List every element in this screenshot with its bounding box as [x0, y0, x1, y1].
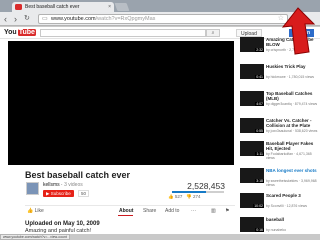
- forward-arrow-icon[interactable]: ›: [14, 13, 17, 25]
- logo-you: You: [4, 29, 17, 36]
- video-duration: 10:02: [253, 204, 264, 208]
- video-thumbnail[interactable]: 10:02: [240, 193, 264, 208]
- related-video-meta: by joxx3sauiunal · 538,620 views: [266, 129, 318, 133]
- related-video-title[interactable]: Huskies Trick Play: [266, 64, 318, 69]
- related-video-meta: by Sconvilli · 12,876 views: [266, 204, 308, 208]
- like-button[interactable]: 👍 Like: [27, 208, 44, 214]
- stats-icon[interactable]: ▥: [211, 208, 216, 214]
- related-video-meta: by nunabeko: [266, 228, 287, 232]
- related-video-title[interactable]: NBA longest ever shots: [266, 168, 318, 173]
- related-video-item[interactable]: 3:18 NBA longest ever shots by sweetheissk…: [240, 168, 318, 194]
- tab-strip: Best baseball catch ever ×: [0, 0, 320, 12]
- related-video-item[interactable]: 1:11 Baseball Player Fakes Hit, Ejected by…: [240, 141, 318, 167]
- channel-video-count: 3 videos: [64, 182, 83, 188]
- video-thumbnail[interactable]: 0:55: [240, 118, 264, 133]
- more-options-icon[interactable]: ···: [191, 208, 196, 214]
- video-thumbnail[interactable]: 4:07: [240, 91, 264, 106]
- video-thumbnail[interactable]: 0:16: [240, 217, 264, 232]
- related-video-title[interactable]: Catcher Vs. Catcher - Collision at the P…: [266, 118, 318, 128]
- like-count: 527: [174, 194, 183, 199]
- new-tab-button[interactable]: [114, 3, 130, 11]
- flag-icon[interactable]: ⚑: [225, 208, 229, 214]
- video-duration: 0:41: [255, 75, 264, 79]
- related-video-title[interactable]: Top Baseball Catches (MLB): [266, 91, 318, 101]
- page-icon: ▭: [42, 16, 48, 22]
- related-video-item[interactable]: 2:32 Amazing Catch will be BLOW by crispno…: [240, 37, 318, 63]
- related-video-meta: by crispnorth · 2,780,085: [266, 48, 305, 52]
- address-bar[interactable]: ▭ www.youtube.com/watch?v=RxQpgmyMas ☆: [38, 14, 288, 24]
- subscriber-count: 50: [78, 190, 90, 197]
- thumbs-up-icon[interactable]: 👍: [168, 194, 174, 199]
- subscribe-button[interactable]: ▶ Subscribe: [43, 190, 74, 197]
- related-video-meta: by digger3cantiq · 879,474 views: [266, 102, 318, 106]
- related-video-item[interactable]: 0:41 Huskies Trick Play by hickrrowe · 1,7…: [240, 64, 318, 90]
- browser-tab[interactable]: Best baseball catch ever ×: [12, 2, 114, 12]
- related-video-title[interactable]: Amazing Catch will be BLOW: [266, 37, 318, 47]
- video-duration: 3:18: [255, 179, 264, 183]
- video-duration: 4:07: [255, 102, 264, 106]
- active-tab-underline: [118, 215, 133, 216]
- like-label: Like: [34, 208, 44, 214]
- bookmark-star-icon[interactable]: ☆: [278, 15, 284, 23]
- video-duration: 2:32: [255, 48, 264, 52]
- youtube-favicon-icon: [15, 4, 22, 10]
- upload-button[interactable]: Upload: [236, 29, 262, 37]
- related-video-item[interactable]: 10:02 Scared People 3 by Sconvilli · 12,87…: [240, 193, 318, 219]
- browser-toolbar: ‹ › ↻ ▭ www.youtube.com/watch?v=RxQpgmyM…: [0, 12, 320, 26]
- logo-tube: Tube: [17, 29, 36, 36]
- upload-date: Uploaded on May 10, 2009: [25, 221, 100, 227]
- subscribe-label: Subscribe: [50, 191, 71, 196]
- reload-icon[interactable]: ↻: [24, 13, 30, 25]
- like-ratio-bar: [172, 191, 224, 193]
- video-thumbnail[interactable]: 2:32: [240, 37, 264, 52]
- related-video-item[interactable]: 4:07 Top Baseball Catches (MLB) by digger3…: [240, 91, 318, 117]
- tab-share[interactable]: Share: [143, 208, 156, 214]
- related-video-title[interactable]: Scared People 3: [266, 193, 318, 198]
- related-video-title[interactable]: Baseball Player Fakes Hit, Ejected: [266, 141, 318, 151]
- video-duration: 0:16: [255, 228, 264, 232]
- thumbs-down-icon[interactable]: 👎: [186, 194, 192, 199]
- video-actions-bar: 👍 Like About Share Add to ··· ▥ ⚑: [25, 205, 235, 216]
- related-video-meta: by sweetheisskekies · 3,969,968 views: [266, 179, 317, 187]
- status-bar: www.youtube.com/watch?v=...view-count: [0, 234, 320, 240]
- url-host: www.youtube.com: [51, 16, 96, 22]
- related-video-meta: by Fodabarkolfan · 4,671,365 views: [266, 152, 312, 160]
- video-thumbnail[interactable]: 3:18: [240, 168, 264, 183]
- channel-info: kellsms · 3 videos: [43, 182, 83, 188]
- video-title: Best baseball catch ever: [25, 170, 131, 180]
- related-video-meta: by hickrrowe · 1,780,015 views: [266, 75, 315, 79]
- search-input[interactable]: [40, 29, 206, 37]
- like-dislike-counts: 👍 527 👎 274: [168, 194, 201, 200]
- channel-name[interactable]: kellsms: [43, 182, 60, 188]
- video-thumbnail[interactable]: 1:11: [240, 141, 264, 156]
- tab-about[interactable]: About: [119, 208, 133, 214]
- dislike-count: 274: [193, 194, 201, 199]
- video-duration: 0:55: [255, 129, 264, 133]
- url-path: /watch?v=RxQpgmyMas: [95, 16, 156, 22]
- channel-avatar[interactable]: [26, 182, 39, 195]
- sign-in-button[interactable]: Sign in: [289, 29, 314, 37]
- related-video-item[interactable]: 0:16 baseball by nunabeko: [240, 217, 318, 234]
- video-duration: 1:11: [255, 152, 264, 156]
- back-arrow-icon[interactable]: ‹: [4, 13, 7, 25]
- video-thumbnail[interactable]: 0:41: [240, 64, 264, 79]
- view-count: 2,528,453: [187, 181, 225, 191]
- youtube-page: You Tube ⌕ Upload Sign in Best baseball c…: [0, 27, 320, 234]
- related-video-title[interactable]: baseball: [266, 217, 318, 222]
- video-player[interactable]: [8, 41, 234, 165]
- tab-title: Best baseball catch ever: [25, 4, 80, 10]
- status-url: www.youtube.com/watch?v=...view-count: [0, 234, 70, 240]
- search-icon: ⌕: [211, 30, 215, 36]
- close-tab-icon[interactable]: ×: [108, 2, 111, 12]
- search-button[interactable]: ⌕: [206, 29, 220, 37]
- tab-add-to[interactable]: Add to: [165, 208, 179, 214]
- youtube-logo[interactable]: You Tube: [4, 29, 36, 37]
